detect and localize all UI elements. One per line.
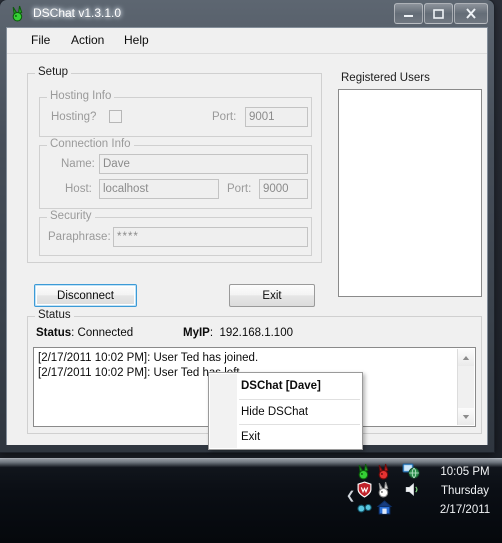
log-line: [2/17/2011 10:02 PM]: User Ted has joine… — [38, 352, 259, 364]
myip-label: MyIP — [183, 327, 210, 339]
menu-action[interactable]: Action — [65, 32, 110, 49]
menu-file[interactable]: File — [25, 32, 56, 49]
status-log-scrollbar[interactable] — [457, 349, 474, 425]
hosting-port-label: Port: — [212, 111, 237, 123]
hosting-info-group-label: Hosting Info — [47, 90, 115, 102]
connection-port-label: Port: — [227, 183, 252, 195]
rabbit-green-icon — [12, 5, 23, 22]
rabbit-white-icon[interactable] — [376, 481, 393, 498]
scroll-up-arrow-icon[interactable] — [458, 349, 474, 366]
speaker-volume-icon[interactable] — [404, 481, 421, 498]
context-menu-item-dschat[interactable]: DSChat [Dave] — [209, 373, 362, 399]
window-controls — [393, 3, 488, 24]
close-icon[interactable] — [454, 3, 488, 24]
host-input[interactable]: localhost — [99, 179, 219, 199]
maximize-icon[interactable] — [424, 3, 453, 24]
rabbit-green-icon[interactable] — [356, 463, 373, 480]
mcafee-shield-icon[interactable] — [356, 481, 373, 498]
setup-group: Setup Hosting Info Hosting? Port: 9001 C… — [27, 66, 322, 263]
security-group: Security Paraphrase: **** — [39, 210, 312, 256]
network-globe-icon[interactable] — [402, 462, 420, 480]
clock-date: 2/17/2011 — [439, 504, 491, 516]
connection-port-input[interactable]: 9000 — [259, 179, 308, 199]
taskbar-clock[interactable]: 10:05 PM Thursday 2/17/2011 — [428, 463, 502, 520]
blue-figure-icon[interactable] — [376, 499, 393, 516]
setup-group-label: Setup — [35, 66, 72, 78]
name-label: Name: — [61, 158, 95, 170]
hosting-checkbox[interactable] — [109, 110, 122, 123]
connection-info-group-label: Connection Info — [47, 138, 134, 150]
connection-info-group: Connection Info Name: Dave Host: localho… — [39, 138, 312, 209]
title-bar[interactable]: DSChat v1.3.1.0 — [0, 0, 494, 27]
paraphrase-input[interactable]: **** — [113, 227, 308, 247]
scroll-down-arrow-icon[interactable] — [458, 408, 474, 425]
status-value: Connected — [77, 327, 134, 339]
system-tray — [348, 461, 428, 517]
clock-time: 10:05 PM — [440, 466, 490, 478]
context-menu-item-hide[interactable]: Hide DSChat — [209, 400, 362, 424]
status-label: Status — [36, 327, 72, 339]
registered-users-list[interactable] — [338, 89, 482, 297]
menu-bar: File Action Help — [7, 28, 487, 54]
tray-context-menu: DSChat [Dave] Hide DSChat Exit — [208, 372, 363, 450]
exit-button[interactable]: Exit — [229, 284, 315, 307]
taskbar: ❮ 10:05 PM Thursday 2/17/2011 — [0, 458, 502, 543]
hosting-port-input[interactable]: 9001 — [245, 107, 308, 127]
host-label: Host: — [65, 183, 92, 195]
exit-button-label: Exit — [262, 289, 282, 302]
hosting-label: Hosting? — [51, 111, 97, 123]
registered-users-label: Registered Users — [338, 72, 433, 84]
menu-help[interactable]: Help — [118, 32, 155, 49]
registered-users-group: Registered Users — [334, 72, 482, 301]
disconnect-button[interactable]: Disconnect — [34, 284, 137, 307]
myip-line: MyIP: 192.168.1.100 — [183, 327, 293, 339]
paraphrase-label: Paraphrase: — [48, 231, 111, 243]
name-input[interactable]: Dave — [99, 154, 308, 174]
glasses-icon[interactable] — [356, 499, 373, 516]
disconnect-button-label: Disconnect — [57, 289, 114, 302]
clock-day: Thursday — [441, 485, 489, 497]
hosting-info-group: Hosting Info Hosting? Port: 9001 — [39, 90, 312, 137]
status-group-label: Status — [35, 309, 74, 321]
rabbit-red-icon[interactable] — [376, 463, 393, 480]
context-menu-item-exit[interactable]: Exit — [209, 425, 362, 449]
minimize-icon[interactable] — [394, 3, 423, 24]
window-title: DSChat v1.3.1.0 — [33, 6, 122, 20]
security-group-label: Security — [47, 210, 95, 222]
status-line: Status: Connected — [36, 327, 134, 339]
myip-value: 192.168.1.100 — [219, 327, 293, 339]
